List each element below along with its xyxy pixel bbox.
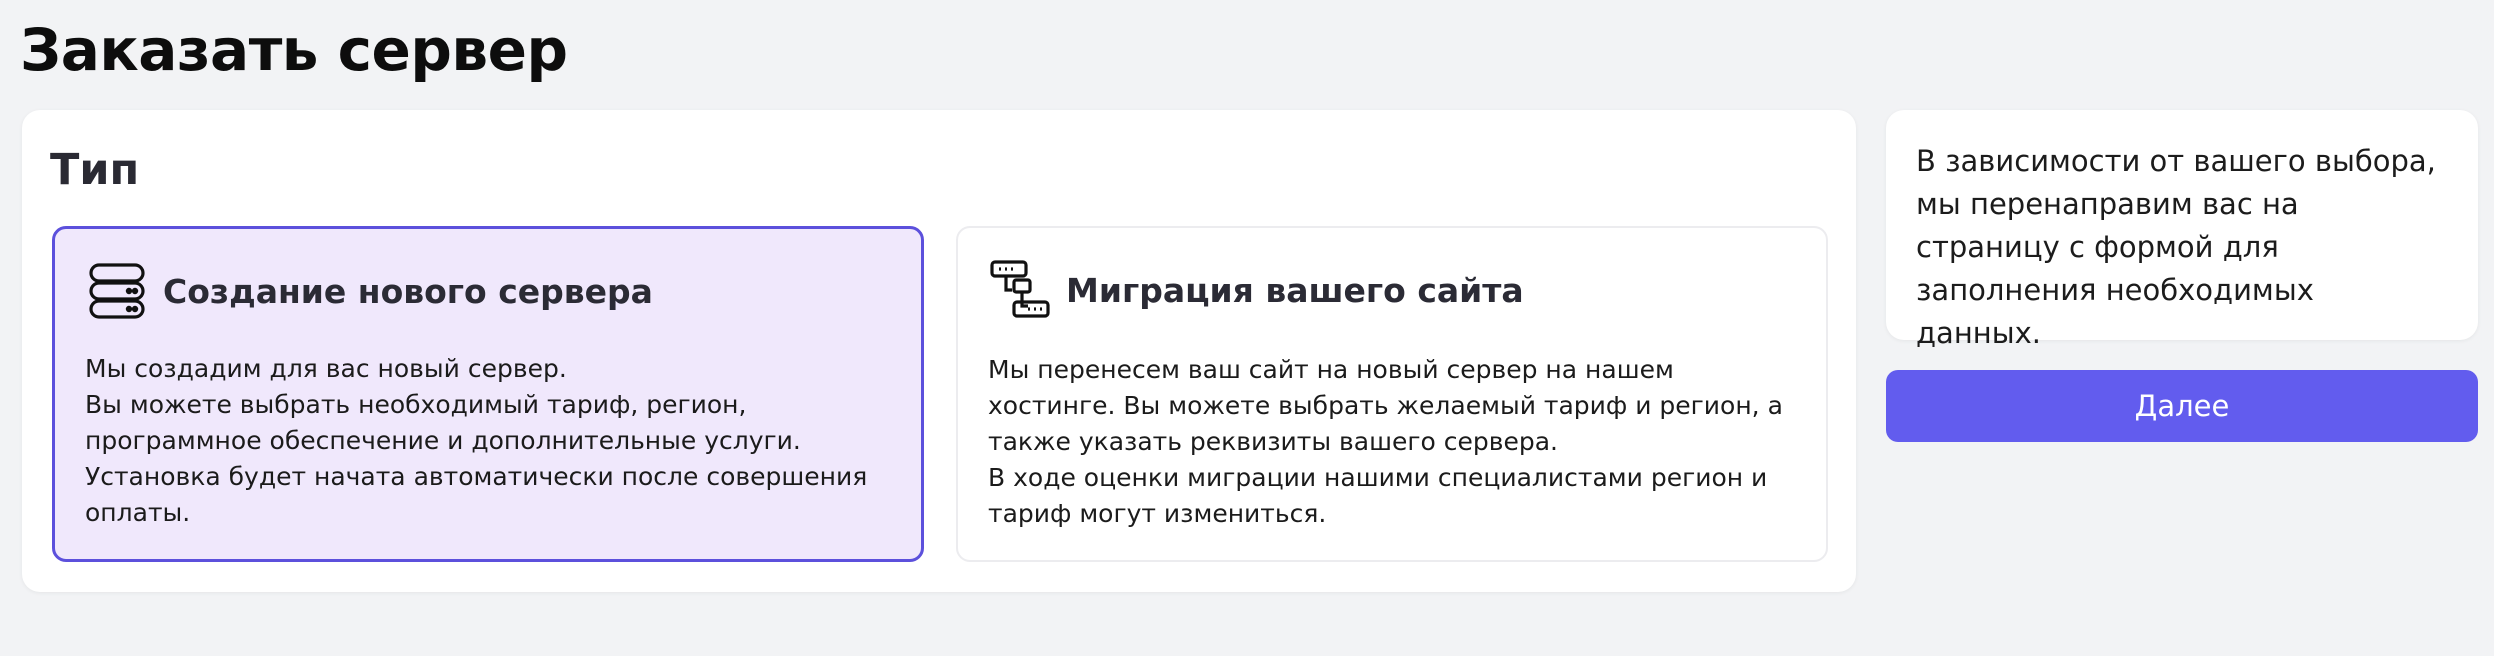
option-new-server[interactable]: Создание нового сервера Мы создадим для … bbox=[52, 226, 924, 562]
option-title: Миграция вашего сайта bbox=[1066, 270, 1524, 310]
option-description: Мы создадим для вас новый сервер. Вы мож… bbox=[85, 354, 868, 527]
option-description: Мы перенесем ваш сайт на новый сервер на… bbox=[988, 355, 1783, 528]
option-header: Миграция вашего сайта bbox=[988, 258, 1524, 322]
option-title: Создание нового сервера bbox=[163, 271, 653, 311]
server-type-panel: Тип Создание нового сервера Мы создадим … bbox=[22, 110, 1856, 592]
option-site-migration[interactable]: Миграция вашего сайта Мы перенесем ваш с… bbox=[956, 226, 1828, 562]
option-header: Создание нового сервера bbox=[85, 259, 653, 323]
next-button[interactable]: Далее bbox=[1886, 370, 2478, 442]
page-title: Заказать сервер bbox=[20, 16, 568, 84]
info-panel: В зависимости от вашего выбора, мы перен… bbox=[1886, 110, 2478, 350]
section-title: Тип bbox=[50, 145, 140, 195]
info-text: В зависимости от вашего выбора, мы перен… bbox=[1916, 144, 2436, 350]
migration-icon bbox=[988, 258, 1052, 322]
server-stack-icon bbox=[85, 259, 149, 323]
